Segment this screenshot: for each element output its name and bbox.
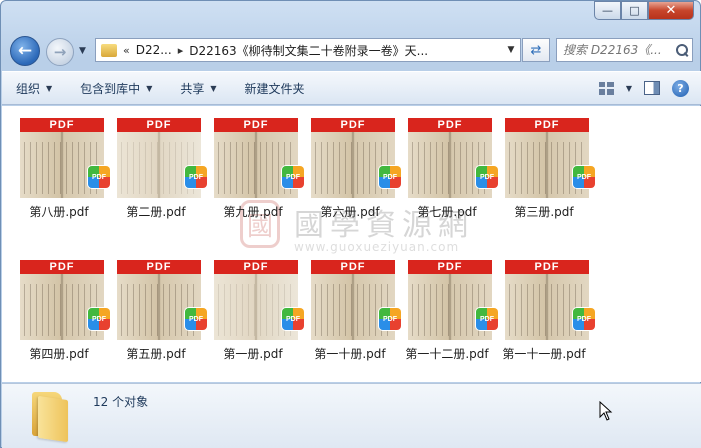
file-item[interactable]: PDF PDF 第四册.pdf — [6, 248, 110, 361]
address-bar[interactable]: « D22... ▸ D22163《柳待制文集二十卷附录一卷》天... ▼ — [95, 38, 521, 62]
folder-icon — [28, 390, 74, 443]
search-icon[interactable] — [675, 43, 689, 57]
file-name: 第三册.pdf — [514, 205, 574, 219]
breadcrumb-item-parent[interactable]: D22... — [136, 43, 172, 57]
file-name: 第一十一册.pdf — [502, 347, 586, 361]
pdf-label-band: PDF — [408, 118, 492, 132]
share-label: 共享 — [180, 81, 205, 96]
toolbar-right-group: ▼ ? — [598, 79, 689, 97]
maximize-button[interactable]: □ — [621, 1, 648, 20]
pdf-label-band: PDF — [505, 118, 589, 132]
new-folder-button[interactable]: 新建文件夹 — [231, 72, 319, 104]
pdf-label-band: PDF — [117, 260, 201, 274]
organize-menu[interactable]: 组织 ▼ — [2, 72, 66, 104]
chevron-down-icon: ▼ — [210, 83, 217, 93]
pdf-label-band: PDF — [20, 260, 104, 274]
change-view-icon[interactable] — [598, 81, 614, 95]
include-in-library-label: 包含到库中 — [80, 81, 141, 96]
file-item[interactable]: PDF PDF 第八册.pdf — [6, 106, 110, 219]
file-list-area[interactable]: 國 國學資源網 www.guoxueziyuan.com PDF PDF 第八册.p… — [2, 106, 701, 382]
pdf-label-band: PDF — [505, 260, 589, 274]
forward-button[interactable]: → — [46, 38, 74, 66]
file-item[interactable]: PDF PDF 第一十册.pdf — [297, 248, 401, 361]
pdf-label-band: PDF — [408, 260, 492, 274]
caption-buttons: — □ ✕ — [594, 1, 694, 20]
back-button[interactable]: ← — [10, 36, 40, 66]
file-item[interactable]: PDF PDF 第一册.pdf — [200, 248, 304, 361]
search-input[interactable] — [563, 43, 673, 57]
pdf-label-band: PDF — [311, 260, 395, 274]
preview-pane-icon[interactable] — [644, 81, 660, 95]
minimize-button[interactable]: — — [594, 1, 621, 20]
organize-label: 组织 — [16, 81, 41, 96]
command-bar: 组织 ▼ 包含到库中 ▼ 共享 ▼ 新建文件夹 ▼ ? — [2, 71, 701, 105]
close-button[interactable]: ✕ — [648, 1, 694, 20]
chevron-down-icon: ▼ — [146, 83, 153, 93]
new-folder-label: 新建文件夹 — [244, 81, 305, 96]
recent-pages-dropdown[interactable]: ▼ — [79, 46, 86, 56]
refresh-button[interactable]: ⇄ — [522, 38, 550, 62]
pdf-label-band: PDF — [214, 118, 298, 132]
file-item[interactable]: PDF PDF 第一十一册.pdf — [491, 248, 595, 361]
item-count: 12 个对象 — [93, 395, 149, 409]
file-item[interactable]: PDF PDF 第九册.pdf — [200, 106, 304, 219]
file-item[interactable]: PDF PDF 第五册.pdf — [103, 248, 207, 361]
pdf-label-band: PDF — [311, 118, 395, 132]
breadcrumb-overflow[interactable]: « — [123, 44, 130, 57]
pdf-label-band: PDF — [214, 260, 298, 274]
explorer-window: — □ ✕ ← → ▼ « D22... ▸ D22163《柳待制文集二十卷附录… — [0, 0, 701, 448]
chevron-down-icon: ▼ — [46, 83, 53, 93]
share-menu[interactable]: 共享 ▼ — [166, 72, 230, 104]
file-item[interactable]: PDF PDF 第一十二册.pdf — [394, 248, 498, 361]
pdf-app-icon: PDF — [573, 308, 595, 330]
view-options-dropdown[interactable]: ▼ — [626, 84, 632, 93]
file-item[interactable]: PDF PDF 第七册.pdf — [394, 106, 498, 219]
breadcrumb-separator[interactable]: ▸ — [178, 44, 184, 57]
navigation-bar: ← → ▼ « D22... ▸ D22163《柳待制文集二十卷附录一卷》天..… — [1, 35, 701, 67]
include-in-library-menu[interactable]: 包含到库中 ▼ — [66, 72, 166, 104]
help-icon[interactable]: ? — [672, 79, 689, 97]
pdf-app-icon: PDF — [573, 166, 595, 188]
file-item[interactable]: PDF PDF 第六册.pdf — [297, 106, 401, 219]
file-item[interactable]: PDF PDF 第三册.pdf — [491, 106, 595, 219]
file-item[interactable]: PDF PDF 第二册.pdf — [103, 106, 207, 219]
address-dropdown[interactable]: ▼ — [502, 45, 520, 55]
refresh-icon: ⇄ — [530, 42, 542, 58]
breadcrumb-item-current[interactable]: D22163《柳待制文集二十卷附录一卷》天... — [189, 42, 428, 59]
search-box[interactable] — [556, 38, 693, 62]
details-pane: 12 个对象 — [2, 383, 701, 448]
pdf-label-band: PDF — [117, 118, 201, 132]
pdf-label-band: PDF — [20, 118, 104, 132]
folder-icon — [101, 43, 117, 57]
